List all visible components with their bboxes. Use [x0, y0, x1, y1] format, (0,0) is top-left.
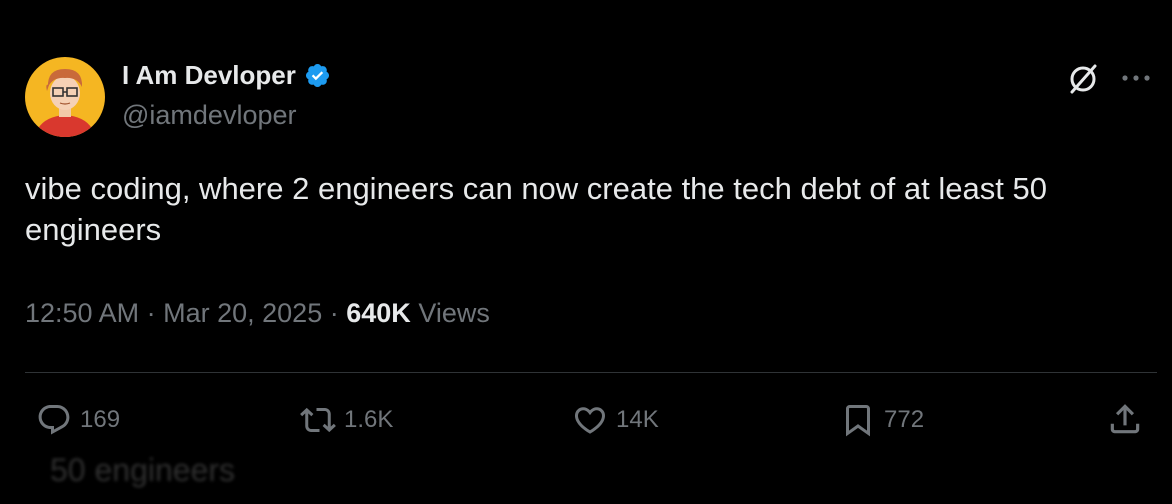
- like-button[interactable]: 14K: [572, 400, 659, 440]
- repost-count: 1.6K: [344, 406, 394, 433]
- author-handle[interactable]: @iamdevloper: [122, 100, 297, 131]
- bookmark-count: 772: [884, 406, 925, 433]
- more-icon[interactable]: [1118, 68, 1154, 88]
- faded-background-text: 50 engineers: [50, 452, 236, 488]
- author-display-name[interactable]: I Am Devloper: [122, 60, 296, 91]
- tweet-text: vibe coding, where 2 engineers can now c…: [25, 171, 1047, 247]
- author-name-row[interactable]: I Am Devloper: [122, 60, 331, 91]
- meta-separator: ·: [146, 298, 156, 328]
- like-count: 14K: [616, 406, 659, 433]
- bookmark-icon: [846, 405, 870, 437]
- bookmark-button[interactable]: 772: [840, 400, 924, 440]
- avatar[interactable]: [25, 57, 105, 137]
- tweet-metadata: 12:50 AM · Mar 20, 2025 · 640K Views: [25, 298, 490, 329]
- reply-button[interactable]: 169: [36, 400, 120, 440]
- reply-icon: [38, 405, 70, 435]
- avatar-image: [25, 57, 105, 137]
- views-count: 640K: [346, 298, 411, 328]
- heart-icon: [574, 407, 606, 434]
- tweet-time[interactable]: 12:50 AM: [25, 298, 139, 328]
- meta-separator: ·: [329, 298, 339, 328]
- verified-badge-icon: [305, 63, 329, 88]
- repost-button[interactable]: 1.6K: [300, 400, 393, 440]
- share-icon[interactable]: [1106, 400, 1144, 438]
- grok-icon[interactable]: [1066, 62, 1100, 96]
- divider: [25, 372, 1157, 373]
- repost-icon: [300, 407, 336, 433]
- reply-count: 169: [80, 406, 121, 433]
- tweet-date[interactable]: Mar 20, 2025: [163, 298, 322, 328]
- views-label: Views: [418, 298, 490, 328]
